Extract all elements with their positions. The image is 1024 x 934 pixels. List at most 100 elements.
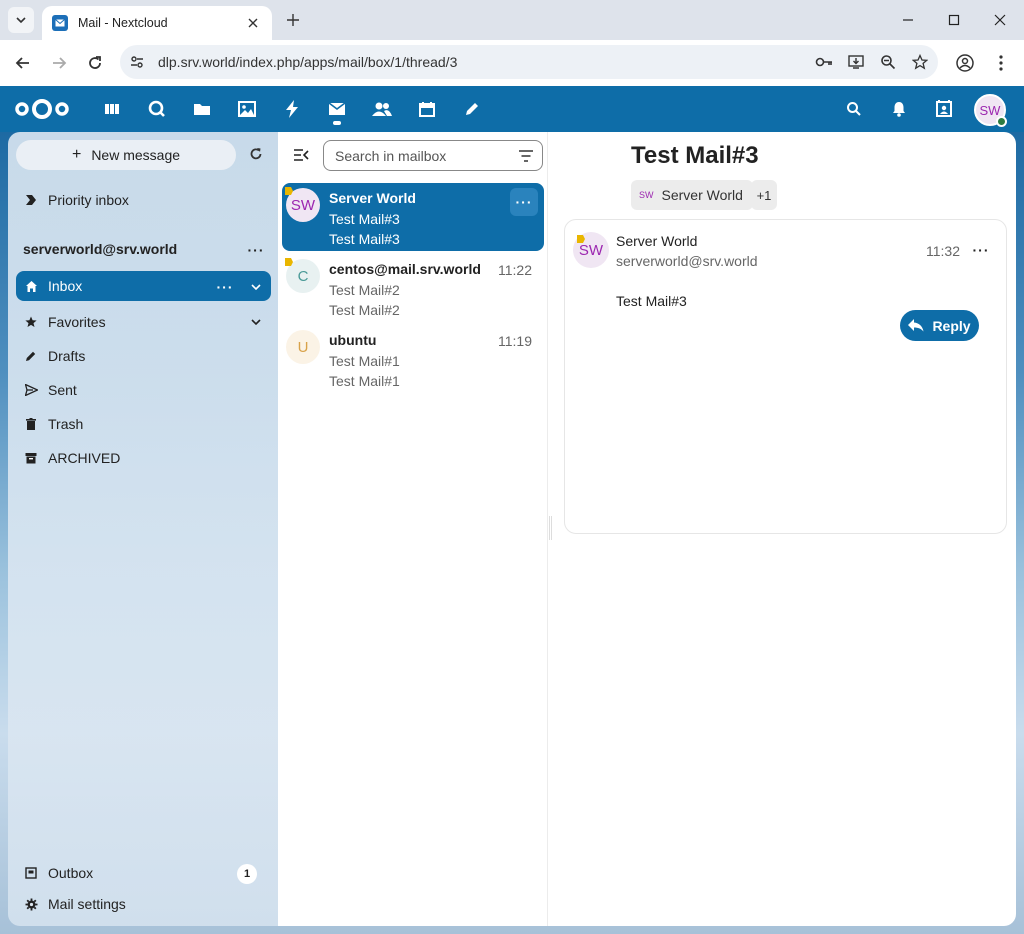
new-tab-icon[interactable] [282, 9, 304, 31]
priority-inbox-label: Priority inbox [48, 192, 129, 208]
filter-icon[interactable] [516, 146, 536, 166]
sidebar-item-favorites[interactable]: Favorites [16, 307, 270, 337]
send-icon [24, 383, 38, 397]
password-key-icon[interactable] [810, 48, 838, 76]
message-sender: ubuntu [329, 332, 377, 348]
mail-settings-button[interactable]: Mail settings [16, 889, 270, 919]
address-bar[interactable]: dlp.srv.world/index.php/apps/mail/box/1/… [120, 45, 938, 79]
toggle-navigation-icon[interactable] [290, 144, 312, 166]
message-list-pane [278, 132, 548, 926]
gear-icon [24, 897, 38, 911]
message-subject: Test Mail#2 [329, 282, 400, 298]
inbox-label: Inbox [48, 278, 83, 294]
mail-favicon-icon [52, 15, 68, 31]
reload-icon[interactable] [82, 50, 108, 76]
list-item[interactable]: SW Server World Test Mail#3 Test Mail#3 … [282, 183, 544, 251]
account-email: serverworld@srv.world [23, 241, 178, 257]
calendar-icon[interactable] [411, 94, 443, 124]
outbox-count-badge: 1 [237, 864, 257, 884]
back-arrow-icon[interactable] [10, 50, 36, 76]
refresh-icon[interactable] [244, 142, 268, 166]
activity-icon[interactable] [276, 94, 308, 124]
browser-tabstrip: Mail - Nextcloud [0, 0, 1024, 40]
reply-button[interactable]: Reply [900, 310, 979, 341]
sender-avatar: U [286, 330, 320, 364]
sidebar-item-priority-inbox[interactable]: Priority inbox [16, 185, 270, 215]
site-settings-icon[interactable] [124, 49, 150, 75]
sidebar-item-drafts[interactable]: Drafts [16, 341, 270, 371]
notes-pencil-icon[interactable] [456, 94, 488, 124]
pencil-icon [24, 349, 38, 363]
bookmark-star-icon[interactable] [906, 48, 934, 76]
message-subject: Test Mail#3 [329, 211, 400, 227]
tab-search-chevron-icon[interactable] [8, 7, 34, 33]
inbox-more-icon[interactable]: ··· [213, 277, 237, 297]
folder-icon[interactable] [186, 94, 218, 124]
sidebar-item-archived[interactable]: ARCHIVED [16, 443, 270, 473]
mail-settings-label: Mail settings [48, 896, 126, 912]
contacts-menu-icon[interactable] [929, 94, 959, 124]
list-item[interactable]: C centos@mail.srv.world 11:22 Test Mail#… [282, 254, 544, 322]
resize-handle[interactable] [549, 516, 552, 540]
message-body: Test Mail#3 [616, 293, 687, 309]
browser-menu-icon[interactable] [988, 50, 1014, 76]
account-more-icon[interactable]: ··· [244, 240, 268, 260]
message-sender: Server World [329, 190, 416, 206]
maximize-icon[interactable] [941, 8, 967, 32]
reply-arrow-icon [908, 319, 924, 332]
tab-title: Mail - Nextcloud [78, 16, 168, 30]
more-recipients-button[interactable]: +1 [751, 180, 777, 210]
online-status-icon [996, 116, 1007, 127]
minimize-icon[interactable] [895, 8, 921, 32]
browser-toolbar: dlp.srv.world/index.php/apps/mail/box/1/… [0, 40, 1024, 86]
sender-name: Server World [616, 233, 698, 249]
nextcloud-logo-icon[interactable] [14, 96, 70, 122]
list-item[interactable]: U ubuntu 11:19 Test Mail#1 Test Mail#1 [282, 325, 544, 393]
search-circle-icon[interactable] [141, 94, 173, 124]
thread-subject-title: Test Mail#3 [631, 142, 759, 169]
outbox-icon [24, 866, 38, 880]
close-icon[interactable] [244, 14, 262, 32]
drafts-label: Drafts [48, 348, 86, 364]
archive-icon [24, 451, 38, 465]
sent-label: Sent [48, 382, 77, 398]
message-subject: Test Mail#1 [329, 353, 400, 369]
message-preview: Test Mail#2 [329, 302, 400, 318]
unified-search-icon[interactable] [839, 94, 869, 124]
trash-icon [24, 417, 38, 431]
recipient-chip[interactable]: SW Server World [631, 180, 753, 210]
message-more-icon[interactable]: ··· [970, 240, 992, 260]
search-input[interactable]: Search in mailbox [323, 140, 543, 171]
message-preview: Test Mail#1 [329, 373, 400, 389]
important-flag-icon [285, 187, 293, 195]
zoom-out-icon[interactable] [874, 48, 902, 76]
outbox-label: Outbox [48, 865, 94, 881]
nextcloud-header [0, 86, 1024, 132]
new-message-label: New message [91, 147, 181, 163]
contacts-icon[interactable] [366, 94, 398, 124]
chevron-down-icon[interactable] [246, 277, 266, 297]
favorites-label: Favorites [48, 314, 106, 330]
chevron-down-icon[interactable] [246, 312, 266, 332]
star-icon [24, 315, 38, 329]
mail-icon[interactable] [321, 94, 353, 125]
sidebar-item-outbox[interactable]: Outbox [16, 858, 270, 888]
window-close-icon[interactable] [987, 8, 1013, 32]
sidebar-item-sent[interactable]: Sent [16, 375, 270, 405]
browser-tab[interactable]: Mail - Nextcloud [42, 6, 272, 40]
message-preview: Test Mail#3 [329, 231, 400, 247]
profile-icon[interactable] [952, 50, 978, 76]
plus-icon: + [71, 146, 82, 163]
url-text: dlp.srv.world/index.php/apps/mail/box/1/… [158, 54, 458, 70]
recipient-name: Server World [661, 187, 743, 203]
sidebar-item-trash[interactable]: Trash [16, 409, 270, 439]
image-icon[interactable] [231, 94, 263, 124]
install-app-icon[interactable] [842, 48, 870, 76]
sender-email: serverworld@srv.world [616, 253, 758, 269]
recipient-avatar: SW [639, 190, 654, 200]
message-actions-more-icon[interactable]: ··· [510, 188, 538, 216]
notifications-bell-icon[interactable] [884, 94, 914, 124]
forward-arrow-icon[interactable] [46, 50, 72, 76]
new-message-button[interactable]: + New message [16, 140, 236, 170]
dashboard-icon[interactable] [96, 94, 128, 124]
